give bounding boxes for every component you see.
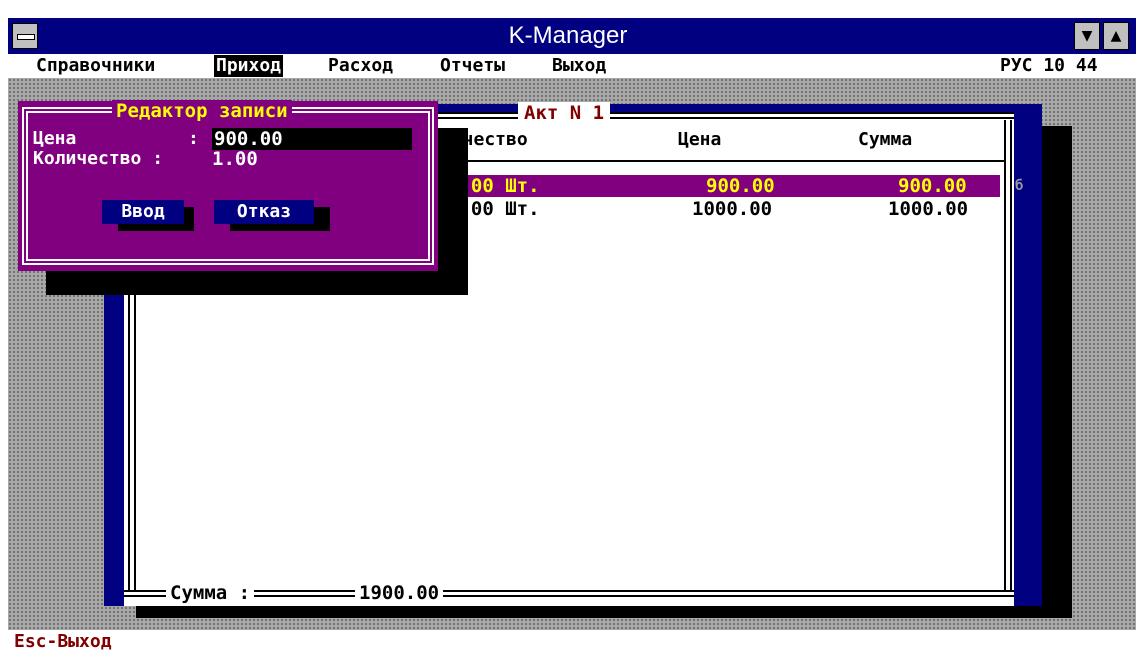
column-header-sum: Сумма — [858, 129, 913, 150]
price-input[interactable]: 900.00 — [212, 128, 412, 150]
maximize-icon[interactable]: ▲ — [1103, 22, 1129, 50]
act-right-border-inner — [1010, 120, 1012, 590]
editor-title: Редактор записи — [112, 100, 292, 122]
table-cell-sum: 900.00 — [898, 175, 967, 197]
quantity-label: Количество : — [33, 148, 164, 169]
editor-shadow-right — [438, 128, 468, 295]
table-cell-sum: 1000.00 — [888, 198, 969, 220]
table-cell-price: 900.00 — [706, 175, 775, 197]
minimize-icon[interactable]: ▼ — [1074, 22, 1100, 50]
keyboard-clock-indicator: РУС 10 44 — [1000, 55, 1098, 76]
menu-item-directories[interactable]: Справочники — [34, 55, 157, 77]
act-shadow-bottom — [136, 606, 1072, 618]
status-bar — [8, 630, 1136, 655]
editor-shadow-bottom — [46, 271, 468, 295]
total-value: 1900.00 — [355, 581, 444, 605]
column-header-price: Цена — [678, 129, 722, 150]
window-title: K-Manager — [508, 22, 628, 49]
status-hint: Esc-Выход — [14, 631, 112, 652]
app-window: K-Manager ▼ ▲ Справочники Приход Расход … — [0, 0, 1136, 655]
price-separator: : — [188, 128, 199, 149]
act-right-border — [1004, 120, 1006, 590]
ok-button[interactable]: Ввод — [102, 200, 184, 224]
table-cell-price: 1000.00 — [692, 198, 773, 220]
act-bottom-border-inner — [124, 595, 1014, 597]
menu-item-income[interactable]: Приход — [214, 55, 284, 77]
menu-item-exit[interactable]: Выход — [550, 55, 608, 77]
menu-item-expense[interactable]: Расход — [326, 55, 395, 77]
cancel-button[interactable]: Отказ — [214, 200, 314, 224]
menu-item-reports[interactable]: Отчеты — [438, 55, 507, 77]
quantity-input[interactable]: 1.00 — [212, 148, 258, 170]
total-label: Сумма : — [166, 581, 255, 605]
act-title: Акт N 1 — [518, 102, 611, 124]
scroll-marker: б — [1015, 178, 1024, 194]
act-bottom-border — [124, 590, 1014, 592]
price-label: Цена — [33, 128, 77, 149]
act-shadow-right — [1042, 126, 1072, 606]
